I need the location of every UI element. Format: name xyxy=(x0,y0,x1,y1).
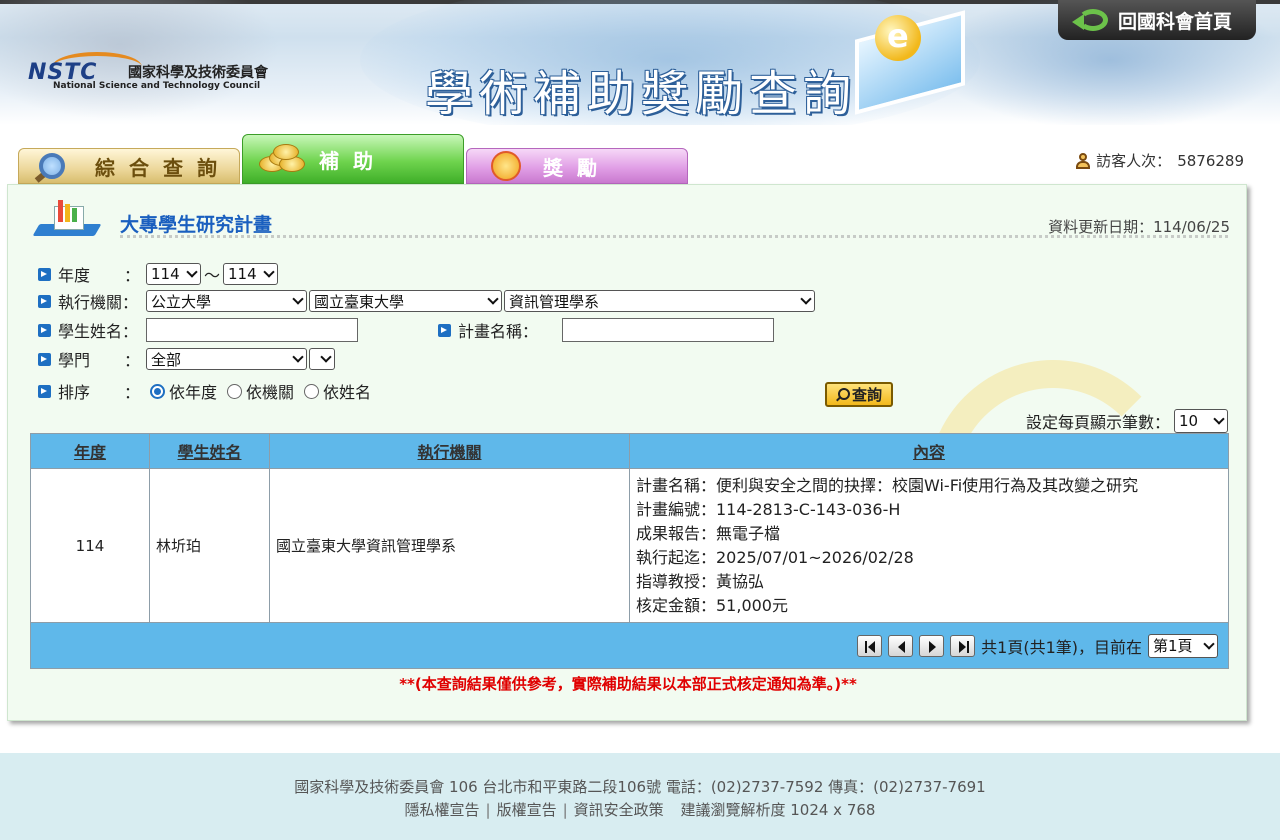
page-banner-title: 學術補助獎勵查詢 xyxy=(425,66,858,122)
content-advisor: 指導教授：黃協弘 xyxy=(636,571,765,591)
field-row: 學門 ： 全部 xyxy=(38,347,335,371)
year-from-select[interactable]: 114 xyxy=(146,263,201,285)
org-type-select[interactable]: 公立大學 xyxy=(146,290,307,312)
nstc-logo[interactable]: NSTC 國家科學及技術委員會 National Science and Tec… xyxy=(28,52,318,96)
chevron-down-icon xyxy=(263,266,275,278)
bullet-icon xyxy=(438,323,451,337)
query-panel: 大專學生研究計畫 資料更新日期：114/06/25 年度 ： 114 ～ 114… xyxy=(7,184,1247,721)
col-header-student[interactable]: 學生姓名 xyxy=(149,433,270,469)
field-select[interactable]: 全部 xyxy=(146,348,307,370)
content-report: 成果報告：無電子檔 xyxy=(636,523,781,543)
query-button[interactable]: 查詢 xyxy=(825,382,893,407)
student-name-input[interactable] xyxy=(146,318,358,342)
chevron-down-icon xyxy=(800,293,812,305)
pager-summary: 共1頁(共1筆)，目前在 xyxy=(981,637,1142,657)
student-row: 學生姓名： 計畫名稱： xyxy=(38,318,774,342)
tab-award[interactable]: 獎勵 xyxy=(466,148,688,184)
pager-row: 共1頁(共1筆)，目前在 第1頁 xyxy=(30,622,1229,669)
col-header-org[interactable]: 執行機關 xyxy=(269,433,630,469)
pager: 共1頁(共1筆)，目前在 第1頁 xyxy=(31,633,1228,658)
tab-general-query[interactable]: 綜合查詢 xyxy=(18,148,240,184)
chevron-down-icon xyxy=(292,351,304,363)
person-icon xyxy=(1076,152,1091,169)
sort-row: 排序 ： 依年度 依機關 依姓名 xyxy=(38,379,371,403)
field-sub-select[interactable] xyxy=(309,348,335,370)
bullet-icon xyxy=(38,267,51,281)
chevron-down-icon xyxy=(320,351,332,363)
per-page-select[interactable]: 10 xyxy=(1174,409,1228,433)
org-school-select[interactable]: 國立臺東大學 xyxy=(309,290,502,312)
page-select[interactable]: 第1頁 xyxy=(1148,633,1218,658)
footer-links: 隱私權宣告 | 版權宣告 | 資訊安全政策 建議瀏覽解析度 1024 x 768 xyxy=(404,801,876,819)
chevron-down-icon xyxy=(487,293,499,305)
col-header-year[interactable]: 年度 xyxy=(30,433,150,469)
visitor-counter: 訪客人次： 5876289 xyxy=(1076,150,1244,171)
first-page-button[interactable] xyxy=(857,634,883,657)
cell-year: 114 xyxy=(30,468,150,623)
bullet-icon xyxy=(38,323,51,337)
plan-name-input[interactable] xyxy=(562,318,774,342)
search-icon xyxy=(836,387,850,402)
medal-icon xyxy=(483,151,535,181)
chevron-down-icon xyxy=(1203,637,1215,650)
table-header-row: 年度 學生姓名 執行機關 內容 xyxy=(30,433,1229,469)
copyright-link[interactable]: 版權宣告 xyxy=(497,801,557,819)
year-to-select[interactable]: 114 xyxy=(223,263,279,285)
footer-address: 國家科學及技術委員會 106 台北市和平東路二段106號 電話：(02)2737… xyxy=(294,778,986,796)
col-header-content: 內容 xyxy=(629,433,1229,469)
cell-student: 林圻珀 xyxy=(149,468,270,623)
cell-org: 國立臺東大學資訊管理學系 xyxy=(269,468,630,623)
content-plan-number: 計畫編號：114-2813-C-143-036-H xyxy=(636,499,901,519)
magnifier-icon xyxy=(34,151,87,183)
chevron-down-icon xyxy=(186,266,198,278)
content-amount: 核定金額：51,000元 xyxy=(636,595,788,615)
org-row: 執行機關： 公立大學 國立臺東大學 資訊管理學系 xyxy=(38,289,815,313)
table-row: 114 林圻珀 國立臺東大學資訊管理學系 計畫名稱：便利與安全之間的抉擇：校園W… xyxy=(30,468,1229,623)
security-policy-link[interactable]: 資訊安全政策 xyxy=(574,801,664,819)
bullet-icon xyxy=(38,352,51,366)
sort-by-year-radio[interactable] xyxy=(150,383,165,399)
chevron-down-icon xyxy=(1213,413,1225,425)
section-title: 大專學生研究計畫 xyxy=(120,214,273,236)
tab-grant[interactable]: 補助 xyxy=(242,134,464,184)
content-period: 執行起迄：2025/07/01~2026/02/28 xyxy=(636,547,914,567)
e-monitor-icon: e xyxy=(835,10,975,115)
update-date: 資料更新日期：114/06/25 xyxy=(1048,218,1230,236)
main-tabs: 綜合查詢 補助 獎勵 xyxy=(18,134,698,184)
next-page-button[interactable] xyxy=(919,634,945,657)
per-page-setting: 設定每頁顯示筆數： 10 xyxy=(1026,409,1228,433)
prev-page-button[interactable] xyxy=(888,634,914,657)
header-banner: NSTC 國家科學及技術委員會 National Science and Tec… xyxy=(0,0,1280,125)
results-table: 年度 學生姓名 執行機關 內容 114 林圻珀 國立臺東大學資訊管理學系 計畫名… xyxy=(30,433,1229,669)
bullet-icon xyxy=(38,294,51,308)
footer: 國家科學及技術委員會 106 台北市和平東路二段106號 電話：(02)2737… xyxy=(0,753,1280,840)
cell-content: 計畫名稱：便利與安全之間的抉擇：校園Wi-Fi使用行為及其改變之研究 計畫編號：… xyxy=(629,468,1229,623)
privacy-link[interactable]: 隱私權宣告 xyxy=(405,801,480,819)
return-arrow-icon xyxy=(1072,7,1110,33)
home-button[interactable]: 回國科會首頁 xyxy=(1058,0,1256,40)
chevron-down-icon xyxy=(292,293,304,305)
section-header: 大專學生研究計畫 資料更新日期：114/06/25 xyxy=(32,200,1230,240)
sort-by-name-radio[interactable] xyxy=(304,383,320,399)
last-page-button[interactable] xyxy=(950,634,976,657)
sort-by-org-radio[interactable] xyxy=(227,383,243,399)
org-dept-select[interactable]: 資訊管理學系 xyxy=(504,290,815,312)
disclaimer-notice: **(本查詢結果僅供參考，實際補助結果以本部正式核定通知為準。)** xyxy=(399,675,857,693)
bullet-icon xyxy=(38,384,51,398)
bar-chart-icon xyxy=(32,200,102,240)
resolution-note: 建議瀏覽解析度 1024 x 768 xyxy=(680,801,876,819)
content-plan-name: 計畫名稱：便利與安全之間的抉擇：校園Wi-Fi使用行為及其改變之研究 xyxy=(636,475,1139,495)
coins-icon xyxy=(259,144,311,174)
year-row: 年度 ： 114 ～ 114 xyxy=(38,262,279,286)
